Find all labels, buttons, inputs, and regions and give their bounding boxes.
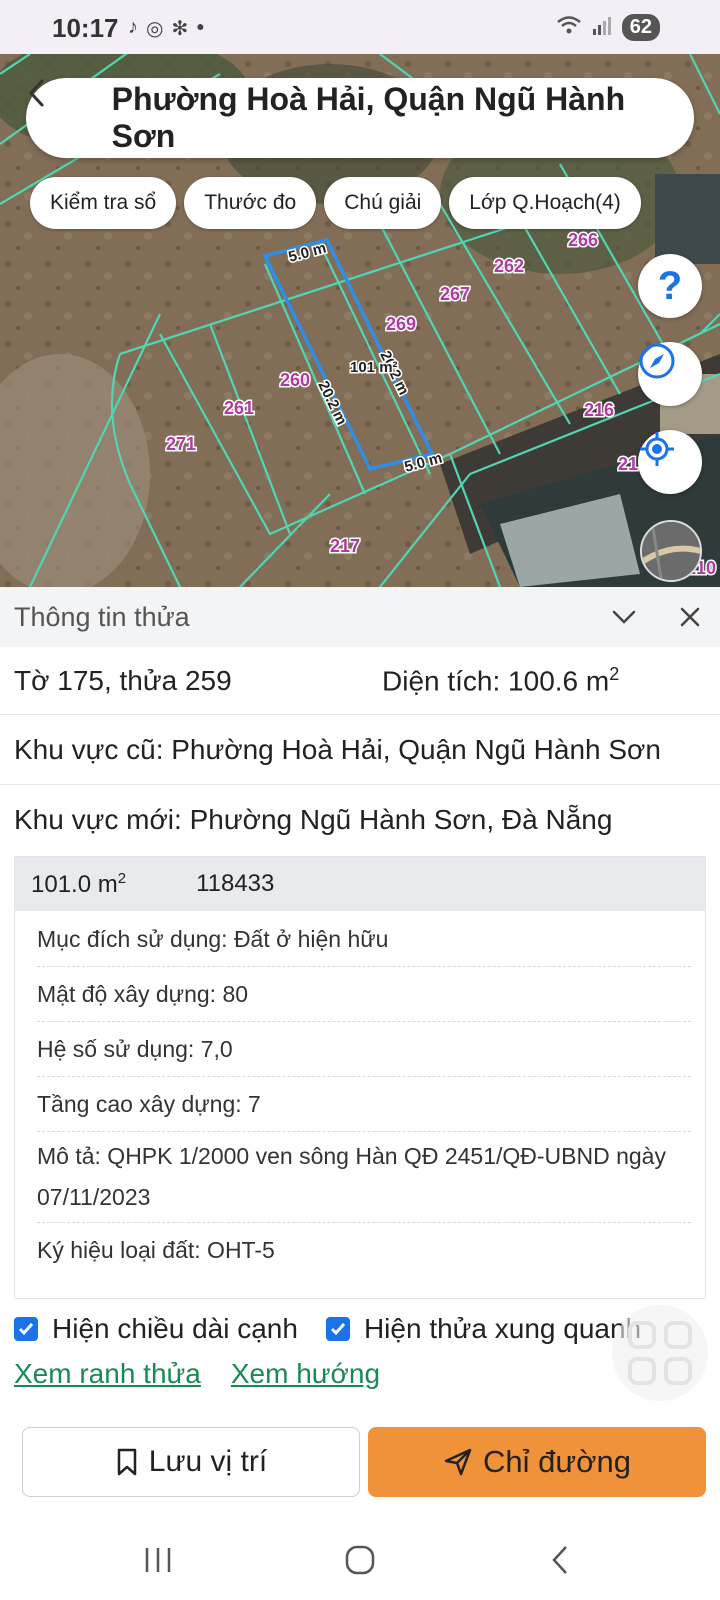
dot-icon: ● bbox=[196, 18, 205, 34]
edge-length-label: 20.2 m bbox=[314, 378, 350, 427]
parcel-label: 266 bbox=[568, 230, 598, 250]
wifi-icon bbox=[556, 14, 582, 41]
home-button[interactable] bbox=[330, 1540, 390, 1580]
directions-button[interactable]: Chỉ đường bbox=[368, 1427, 706, 1497]
view-links: Xem ranh thửa Xem hướng bbox=[14, 1358, 380, 1390]
map-view[interactable]: 266 262 267 269 260 261 271 216 21 217 2… bbox=[0, 54, 720, 587]
parcel-label: 261 bbox=[224, 398, 254, 418]
parcel-label: 21 bbox=[618, 454, 638, 474]
sheet-parcel: Tờ 175, thửa 259 bbox=[14, 664, 232, 696]
tiktok-icon: ♪ bbox=[128, 16, 138, 38]
view-boundary-link[interactable]: Xem ranh thửa bbox=[14, 1358, 201, 1390]
back-icon[interactable] bbox=[29, 78, 104, 158]
old-area-row: Khu vực cũ: Phường Hoà Hải, Quận Ngũ Hàn… bbox=[0, 715, 720, 785]
back-nav-icon bbox=[552, 1546, 567, 1574]
parcel-label: 269 bbox=[386, 314, 416, 334]
signal-icon bbox=[592, 14, 612, 41]
parcel-area: Diện tích: 100.6 m2 bbox=[382, 663, 620, 697]
edge-length-label: 5.0 m bbox=[403, 450, 444, 476]
new-area-row: Khu vực mới: Phường Ngũ Hành Sơn, Đà Nẵn… bbox=[0, 785, 720, 855]
edge-length-label: 5.0 m bbox=[287, 240, 328, 266]
parcel-area-label: 101 m² bbox=[350, 359, 398, 376]
help-icon: ? bbox=[657, 263, 683, 308]
apps-grid-button[interactable] bbox=[612, 1305, 708, 1401]
recents-icon bbox=[145, 1548, 171, 1572]
display-options: Hiện chiều dài cạnh Hiện thửa xung quanh bbox=[14, 1313, 641, 1345]
show-edges-label[interactable]: Hiện chiều dài cạnh bbox=[52, 1313, 298, 1345]
zone-purpose: Mục đích sử dụng: Đất ở hiện hữu bbox=[37, 911, 691, 967]
home-icon bbox=[345, 1545, 375, 1575]
save-location-label: Lưu vị trí bbox=[148, 1445, 268, 1478]
instagram-icon: ◎ bbox=[146, 18, 164, 40]
status-time: 10:17 bbox=[52, 13, 119, 43]
ruler-chip[interactable]: Thước đo bbox=[184, 177, 317, 229]
help-button[interactable]: ? bbox=[638, 254, 702, 318]
map-layer-toggle[interactable] bbox=[640, 520, 702, 582]
system-icons: 62 bbox=[556, 14, 660, 41]
zone-area: 101.0 m2 bbox=[31, 869, 127, 898]
parcel-label: 217 bbox=[330, 536, 360, 556]
zone-height: Tầng cao xây dựng: 7 bbox=[37, 1077, 691, 1132]
pinwheel-icon: ✻ bbox=[171, 18, 189, 40]
location-header: Phường Hoà Hải, Quận Ngũ Hành Sơn bbox=[26, 78, 694, 158]
back-nav-button[interactable] bbox=[530, 1540, 590, 1580]
map-tools: Kiểm tra sổ Thước đo Chú giải Lớp Q.Hoạc… bbox=[30, 177, 641, 229]
status-bar: 10:17 ♪ ◎ ✻ ● 62 bbox=[0, 0, 720, 54]
parcel-id-row: Tờ 175, thửa 259 Diện tích: 100.6 m2 bbox=[0, 647, 720, 715]
check-book-chip[interactable]: Kiểm tra sổ bbox=[30, 177, 177, 229]
new-area: Khu vực mới: Phường Ngũ Hành Sơn, Đà Nẵn… bbox=[14, 804, 613, 835]
zone-land-code: Ký hiệu loại đất: OHT-5 bbox=[37, 1237, 275, 1263]
parcel-label: 267 bbox=[440, 284, 470, 304]
close-icon[interactable] bbox=[678, 603, 702, 636]
old-area: Khu vực cũ: Phường Hoà Hải, Quận Ngũ Hàn… bbox=[14, 733, 661, 765]
zone-density: Mật độ xây dựng: 80 bbox=[37, 967, 691, 1022]
legend-chip[interactable]: Chú giải bbox=[324, 177, 442, 229]
zone-code: 118433 bbox=[196, 870, 275, 897]
bookmark-icon bbox=[115, 1447, 139, 1477]
directions-label: Chỉ đường bbox=[483, 1444, 631, 1479]
compass-button[interactable] bbox=[638, 342, 702, 406]
show-neighbors-label[interactable]: Hiện thửa xung quanh bbox=[364, 1313, 641, 1345]
show-neighbors-checkbox[interactable] bbox=[325, 1317, 350, 1341]
planning-zone-card: 101.0 m2 118433 Mục đích sử dụng: Đất ở … bbox=[14, 856, 706, 1299]
grid-icon bbox=[628, 1321, 692, 1385]
zone-header: 101.0 m2 118433 bbox=[15, 857, 705, 911]
parcel-label: 262 bbox=[494, 256, 524, 276]
show-edges-checkbox[interactable] bbox=[14, 1317, 38, 1341]
send-icon bbox=[443, 1447, 473, 1477]
parcel-label: 260 bbox=[280, 370, 310, 390]
parcel-label: 216 bbox=[584, 400, 614, 420]
save-location-button[interactable]: Lưu vị trí bbox=[22, 1427, 360, 1497]
locate-button[interactable] bbox=[638, 430, 702, 494]
chevron-down-icon[interactable] bbox=[610, 603, 638, 636]
planning-layers-chip[interactable]: Lớp Q.Hoạch(4) bbox=[449, 177, 641, 229]
recent-apps-button[interactable] bbox=[128, 1540, 188, 1580]
view-direction-link[interactable]: Xem hướng bbox=[231, 1358, 380, 1390]
location-title: Phường Hoà Hải, Quận Ngũ Hành Sơn bbox=[111, 81, 626, 154]
notification-icons: ♪ ◎ ✻ ● bbox=[128, 16, 205, 41]
parcel-label: 271 bbox=[166, 434, 196, 454]
battery-icon: 62 bbox=[621, 14, 660, 41]
system-nav-bar bbox=[0, 1520, 720, 1600]
zone-description: Mô tả: QHPK 1/2000 ven sông Hàn QĐ 2451/… bbox=[37, 1132, 691, 1223]
zone-coefficient: Hệ số sử dụng: 7,0 bbox=[37, 1022, 691, 1077]
panel-title: Thông tin thửa bbox=[14, 601, 190, 632]
parcel-info-header: Thông tin thửa bbox=[0, 587, 720, 647]
